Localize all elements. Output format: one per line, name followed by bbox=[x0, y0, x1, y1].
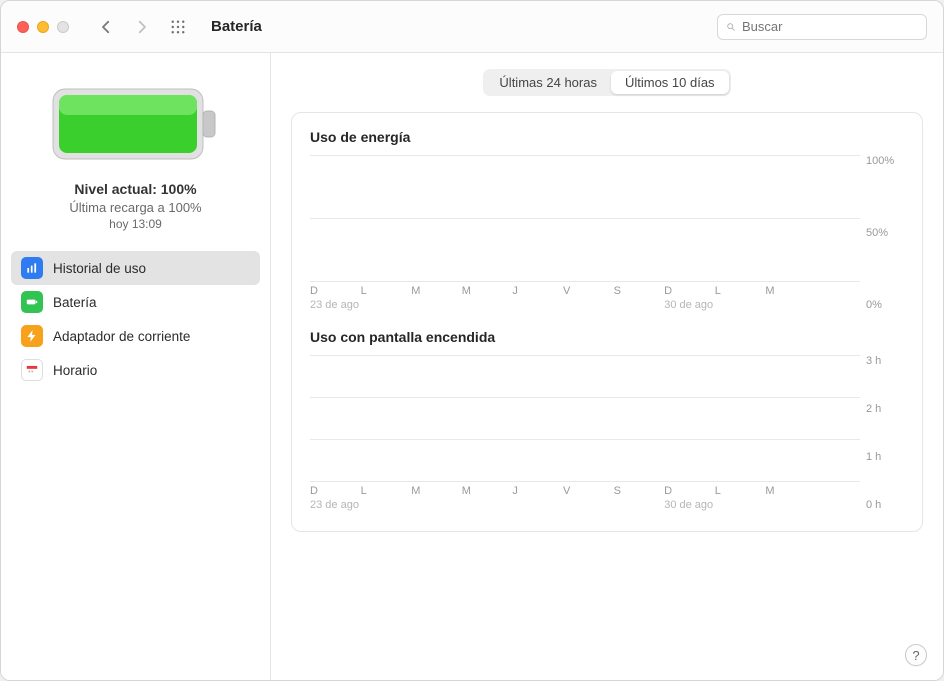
forward-button[interactable] bbox=[129, 14, 155, 40]
sidebar-item-battery[interactable]: Batería bbox=[11, 285, 260, 319]
y-tick-label: 2 h bbox=[866, 403, 904, 415]
x-tick-label: L bbox=[715, 285, 766, 297]
sidebar-item-label: Batería bbox=[53, 295, 97, 310]
y-tick-label: 1 h bbox=[866, 451, 904, 463]
search-icon bbox=[726, 20, 736, 34]
minimize-icon[interactable] bbox=[37, 21, 49, 33]
x-tick-label: L bbox=[715, 485, 766, 497]
apps-grid-button[interactable] bbox=[165, 14, 191, 40]
x-tick-label: D bbox=[310, 285, 361, 297]
x-tick-label: M bbox=[411, 285, 462, 297]
x-tick-label: M bbox=[411, 485, 462, 497]
window: Batería Nivel actual: 100% Última recarg… bbox=[0, 0, 944, 681]
x-sublabel-end: 30 de ago bbox=[664, 299, 816, 311]
chart-plot-area bbox=[310, 155, 860, 281]
history-bars-icon bbox=[21, 257, 43, 279]
time-range-segmented: Últimas 24 horasÚltimos 10 días bbox=[483, 69, 730, 96]
x-tick-label: V bbox=[563, 485, 614, 497]
tab-last-10d[interactable]: Últimos 10 días bbox=[611, 71, 729, 94]
back-button[interactable] bbox=[93, 14, 119, 40]
x-tick-label: M bbox=[462, 485, 513, 497]
chart-plot-area bbox=[310, 355, 860, 481]
charts-card: Uso de energía DLMMJVSDLM bbox=[291, 112, 923, 532]
battery-info: Nivel actual: 100% Última recarga a 100%… bbox=[1, 177, 270, 249]
x-sublabel-end: 30 de ago bbox=[664, 499, 816, 511]
sidebar-item-schedule[interactable]: Horario bbox=[11, 353, 260, 387]
last-full-charge-time: hoy 13:09 bbox=[1, 217, 270, 231]
y-tick-label: 100% bbox=[866, 155, 904, 167]
x-tick-label: D bbox=[664, 285, 715, 297]
battery-icon bbox=[21, 291, 43, 313]
last-full-charge-label: Última recarga a 100% bbox=[1, 200, 270, 215]
y-tick-label: 50% bbox=[866, 227, 904, 239]
x-tick-label: S bbox=[614, 285, 665, 297]
calendar-icon bbox=[21, 359, 43, 381]
sidebar-item-power-adapter[interactable]: Adaptador de corriente bbox=[11, 319, 260, 353]
x-tick-label: J bbox=[512, 285, 563, 297]
sidebar-item-label: Adaptador de corriente bbox=[53, 329, 190, 344]
y-tick-label: 0 h bbox=[866, 499, 904, 511]
chart-title: Uso de energía bbox=[310, 129, 904, 145]
sidebar-item-label: Horario bbox=[53, 363, 97, 378]
zoom-icon[interactable] bbox=[57, 21, 69, 33]
x-sublabel-start: 23 de ago bbox=[310, 299, 664, 311]
sidebar: Nivel actual: 100% Última recarga a 100%… bbox=[1, 53, 271, 680]
y-axis: 3 h 2 h 1 h 0 h bbox=[860, 355, 904, 511]
x-tick-label: V bbox=[563, 285, 614, 297]
x-tick-label: M bbox=[765, 485, 816, 497]
search-input[interactable] bbox=[742, 19, 918, 34]
y-tick-label: 3 h bbox=[866, 355, 904, 367]
x-tick-label: M bbox=[462, 285, 513, 297]
x-tick-label: S bbox=[614, 485, 665, 497]
x-tick-label: D bbox=[664, 485, 715, 497]
sidebar-item-label: Historial de uso bbox=[53, 261, 146, 276]
window-controls bbox=[17, 21, 69, 33]
grid-icon bbox=[169, 18, 187, 36]
chevron-left-icon bbox=[97, 18, 115, 36]
x-tick-label: J bbox=[512, 485, 563, 497]
energy-usage-chart: Uso de energía DLMMJVSDLM bbox=[310, 129, 904, 311]
search-field[interactable] bbox=[717, 14, 927, 40]
tab-last-24h[interactable]: Últimas 24 horas bbox=[485, 71, 611, 94]
chart-title: Uso con pantalla encendida bbox=[310, 329, 904, 345]
sidebar-menu: Historial de uso Batería Adaptador de corr… bbox=[1, 249, 270, 389]
screen-on-usage-chart: Uso con pantalla encendida DLMMJVSDLM bbox=[310, 329, 904, 511]
chevron-right-icon bbox=[133, 18, 151, 36]
x-tick-label: D bbox=[310, 485, 361, 497]
bolt-icon bbox=[21, 325, 43, 347]
y-tick-label: 0% bbox=[866, 299, 904, 311]
battery-level-label: Nivel actual: 100% bbox=[1, 181, 270, 197]
window-title: Batería bbox=[211, 18, 262, 35]
main-content: Últimas 24 horasÚltimos 10 días Uso de e… bbox=[271, 53, 943, 680]
sidebar-item-usage-history[interactable]: Historial de uso bbox=[11, 251, 260, 285]
x-sublabel-start: 23 de ago bbox=[310, 499, 664, 511]
x-tick-label: L bbox=[361, 485, 412, 497]
close-icon[interactable] bbox=[17, 21, 29, 33]
help-button[interactable]: ? bbox=[905, 644, 927, 666]
toolbar: Batería bbox=[1, 1, 943, 53]
x-tick-label: M bbox=[765, 285, 816, 297]
x-tick-label: L bbox=[361, 285, 412, 297]
y-axis: 100% 50% 0% bbox=[860, 155, 904, 311]
battery-illustration bbox=[51, 81, 221, 167]
